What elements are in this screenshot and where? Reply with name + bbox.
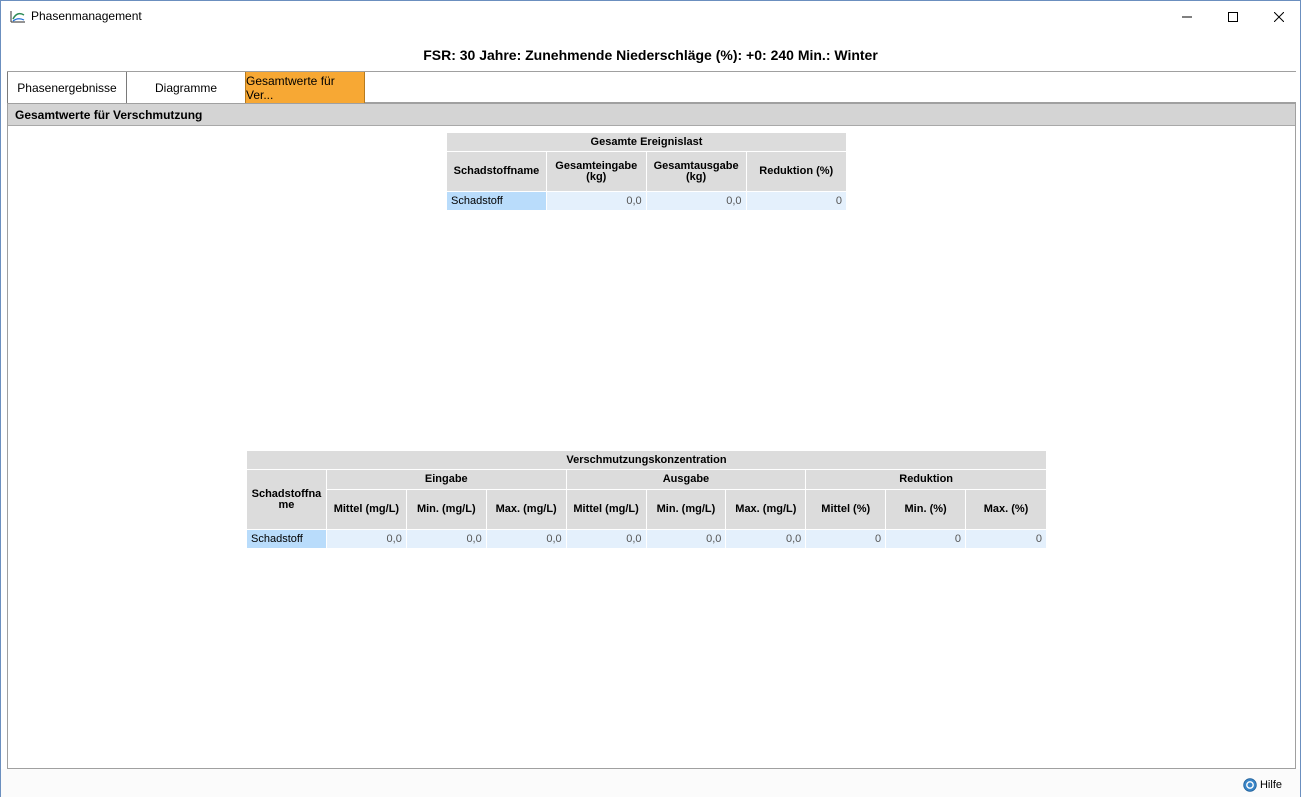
column-header[interactable]: Schadstoffname	[246, 469, 327, 530]
value-cell[interactable]: 0,0	[645, 191, 747, 211]
tab-phasenergebnisse[interactable]: Phasenergebnisse	[7, 72, 127, 103]
value-cell[interactable]: 0,0	[545, 191, 647, 211]
minimize-icon	[1182, 16, 1192, 17]
value-cell[interactable]: 0	[805, 529, 887, 549]
tab-gesamtwerte[interactable]: Gesamtwerte für Ver...	[245, 72, 365, 103]
event-load-title: Gesamte Ereignislast	[446, 132, 847, 152]
group-header-ausgabe: Ausgabe	[565, 469, 807, 490]
column-header[interactable]: Max. (%)	[965, 489, 1047, 530]
app-icon	[10, 9, 26, 23]
app-window: Phasenmanagement FSR: 30 Jahre: Zunehmen…	[0, 0, 1301, 797]
value-cell[interactable]: 0,0	[725, 529, 807, 549]
column-header[interactable]: Schadstoffname	[446, 151, 547, 192]
column-header[interactable]: Max. (mg/L)	[725, 489, 807, 530]
value-cell[interactable]: 0	[965, 529, 1047, 549]
value-cell[interactable]: 0	[745, 191, 848, 211]
value-cell[interactable]: 0	[885, 529, 967, 549]
column-header[interactable]: Min. (mg/L)	[405, 489, 487, 530]
maximize-button[interactable]	[1210, 1, 1256, 32]
help-button[interactable]: Hilfe	[1243, 778, 1282, 792]
column-header[interactable]: Min. (%)	[885, 489, 967, 530]
content-panel: Gesamtwerte für Verschmutzung Gesamte Er…	[7, 103, 1296, 769]
help-icon	[1243, 778, 1257, 792]
maximize-icon	[1228, 11, 1238, 22]
window-title: Phasenmanagement	[31, 9, 142, 23]
close-icon	[1274, 11, 1284, 22]
help-label: Hilfe	[1259, 779, 1282, 791]
value-cell[interactable]: 0,0	[325, 529, 407, 549]
value-cell[interactable]: 0,0	[645, 529, 727, 549]
group-header-reduktion: Reduktion	[805, 469, 1047, 490]
pollutant-name-cell[interactable]: Schadstoff	[446, 191, 547, 211]
pollutant-name-cell[interactable]: Schadstoff	[246, 529, 327, 549]
column-header[interactable]: Mittel (mg/L)	[325, 489, 407, 530]
column-header[interactable]: Min. (mg/L)	[645, 489, 727, 530]
title-bar: Phasenmanagement	[1, 1, 1300, 32]
column-header[interactable]: Max. (mg/L)	[485, 489, 567, 530]
column-header[interactable]: Mittel (%)	[805, 489, 887, 530]
concentration-table: Verschmutzungskonzentration Schadstoffna…	[246, 450, 1047, 549]
event-load-table: Gesamte Ereignislast Schadstoffname Gesa…	[446, 132, 848, 211]
section-header: Gesamtwerte für Verschmutzung	[8, 104, 1295, 126]
column-header[interactable]: Gesamteingabe (kg)	[545, 151, 647, 192]
value-cell[interactable]: 0,0	[485, 529, 567, 549]
tab-diagramme[interactable]: Diagramme	[126, 72, 246, 103]
column-header[interactable]: Gesamtausgabe (kg)	[645, 151, 747, 192]
scenario-title: FSR: 30 Jahre: Zunehmende Niederschläge …	[423, 47, 878, 63]
value-cell[interactable]: 0,0	[405, 529, 487, 549]
close-button[interactable]	[1256, 1, 1301, 32]
concentration-title: Verschmutzungskonzentration	[246, 450, 1047, 470]
table-row[interactable]: Schadstoff 0,0 0,0 0	[446, 191, 848, 211]
value-cell[interactable]: 0,0	[565, 529, 647, 549]
tab-bar: Phasenergebnisse Diagramme Gesamtwerte f…	[7, 71, 1296, 103]
minimize-button[interactable]	[1164, 1, 1210, 32]
table-row[interactable]: Schadstoff 0,0 0,0 0,0 0,0 0,0 0,0 0 0 0	[246, 529, 1047, 549]
footer-bar: Hilfe	[1, 769, 1300, 797]
column-header[interactable]: Mittel (mg/L)	[565, 489, 647, 530]
column-header[interactable]: Reduktion (%)	[745, 151, 848, 192]
group-header-eingabe: Eingabe	[325, 469, 567, 490]
